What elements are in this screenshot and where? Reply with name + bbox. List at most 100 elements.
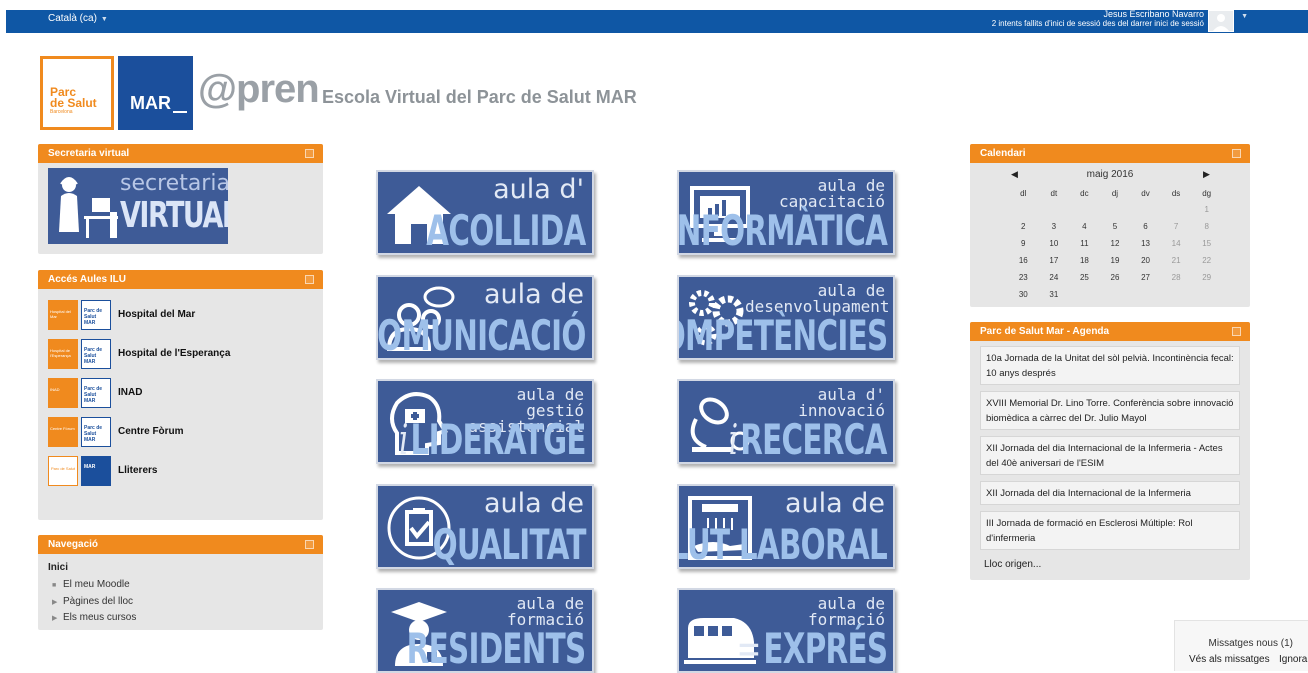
nav-item-site-pages[interactable]: ▶ Pàgines del lloc	[52, 596, 133, 607]
mar-logo[interactable]: MAR	[118, 56, 193, 130]
calendar-day[interactable]: 8	[1191, 218, 1222, 235]
calendar-day	[1130, 201, 1161, 218]
aula-recerca-tile[interactable]: aula d' innovació iRECERCA	[677, 379, 895, 464]
ilu-item-label: INAD	[118, 387, 143, 398]
calendar-day[interactable]: 11	[1069, 235, 1100, 252]
calendar-grid: dl dt dc dj dv ds dg 1 2 3 4 5 6 7 8 9 10 11 12 13 14…	[1008, 185, 1222, 303]
hospital-logo: Hospital de l'Esperança	[48, 339, 78, 369]
calendar-day[interactable]: 6	[1130, 218, 1161, 235]
calendar-day	[1069, 286, 1100, 303]
aula-expres-tile[interactable]: aula de formació =EXPRÉS	[677, 588, 895, 673]
calendar-day[interactable]: 31	[1039, 286, 1070, 303]
aula-prefix: i	[729, 415, 738, 464]
calendar-day[interactable]: 20	[1130, 252, 1161, 269]
block-header: Navegació	[38, 535, 323, 554]
collapse-icon[interactable]	[1232, 149, 1241, 158]
aula-salut-laboral-tile[interactable]: aula de SALUT LABORAL	[677, 484, 895, 569]
parc-de-salut-logo[interactable]: Parc de Salut Barcelona	[40, 56, 114, 130]
nav-home-link[interactable]: Inici	[48, 562, 68, 573]
calendar-day[interactable]: 27	[1130, 269, 1161, 286]
calendar-day[interactable]: 19	[1100, 252, 1131, 269]
agenda-source-link[interactable]: Lloc origen...	[984, 559, 1041, 570]
weekday: dt	[1050, 188, 1058, 198]
collapse-icon[interactable]	[1232, 327, 1241, 336]
calendar-day[interactable]: 16	[1008, 252, 1039, 269]
aula-qualitat-tile[interactable]: aula de QUALITAT	[376, 484, 594, 569]
agenda-item[interactable]: 10a Jornada de la Unitat del sòl pelvià.…	[980, 346, 1240, 385]
calendar-day[interactable]: 2	[1008, 218, 1039, 235]
calendar-day[interactable]: 23	[1008, 269, 1039, 286]
parc-salut-logo: Parc de Salut	[48, 456, 78, 486]
next-month-arrow-icon[interactable]: ▶	[1203, 169, 1210, 180]
aula-name: SALUT LABORAL	[679, 520, 888, 569]
language-menu[interactable]: Català (ca) ▼	[48, 13, 108, 24]
calendar-block: Calendari maig 2016 ◀ ▶ dl dt dc dj dv d…	[970, 144, 1250, 307]
apren-logo: @pren	[198, 67, 320, 111]
user-name[interactable]: Jesus Escribano Navarro	[1103, 10, 1204, 19]
calendar-day[interactable]: 22	[1191, 252, 1222, 269]
calendar-day[interactable]: 4	[1069, 218, 1100, 235]
aula-name-text: COMPETÈNCIES	[679, 311, 888, 360]
ilu-item-label: Lliterers	[118, 465, 158, 476]
calendar-day[interactable]: 1	[1191, 201, 1222, 218]
avatar[interactable]	[1208, 10, 1234, 32]
agenda-item[interactable]: XII Jornada del dia Internacional de la …	[980, 436, 1240, 475]
aula-name-text: LIDERATGE	[410, 415, 587, 464]
calendar-day[interactable]: 9	[1008, 235, 1039, 252]
aula-top-text: aula de	[784, 488, 885, 519]
aula-name: =EXPRÉS	[736, 627, 887, 671]
calendar-day[interactable]: 5	[1100, 218, 1131, 235]
aula-lideratge-tile[interactable]: aula de gestió assistencial iLIDERATGE	[376, 379, 594, 464]
calendar-day	[1191, 286, 1222, 303]
collapse-icon[interactable]	[305, 540, 314, 549]
calendar-day[interactable]: 15	[1191, 235, 1222, 252]
desk-computer-icon	[84, 198, 118, 238]
calendar-day[interactable]: 28	[1161, 269, 1192, 286]
aula-residents-tile[interactable]: aula de formació RESIDENTS	[376, 588, 594, 673]
calendar-day[interactable]: 7	[1161, 218, 1192, 235]
aula-competencies-tile[interactable]: aula de desenvolupament deCOMPETÈNCIES	[677, 275, 895, 360]
ignore-link[interactable]: Ignora	[1279, 654, 1307, 665]
aula-name: RESIDENTS	[407, 624, 587, 673]
agenda-item[interactable]: III Jornada de formació en Esclerosi Múl…	[980, 511, 1240, 550]
calendar-day[interactable]: 26	[1100, 269, 1131, 286]
calendar-day[interactable]: 14	[1161, 235, 1192, 252]
calendar-week-row: 1	[1008, 201, 1222, 218]
calendar-day	[1100, 201, 1131, 218]
language-label: Català (ca)	[48, 13, 97, 24]
agenda-item[interactable]: XVIII Memorial Dr. Lino Torre. Conferènc…	[980, 391, 1240, 430]
agenda-block: Parc de Salut Mar - Agenda 10a Jornada d…	[970, 322, 1250, 580]
secretaria-block: Secretaria virtual secretaria VIRTUAL	[38, 144, 323, 254]
block-title: Parc de Salut Mar - Agenda	[980, 326, 1110, 337]
centre-forum-logo: Centre Fòrum	[48, 417, 78, 447]
secretaria-virtual-banner[interactable]: secretaria VIRTUAL	[48, 168, 228, 244]
user-menu-chevron-icon[interactable]: ▼	[1241, 13, 1248, 20]
calendar-day[interactable]: 29	[1191, 269, 1222, 286]
new-messages-count: Missatges nous (1)	[1208, 638, 1293, 649]
go-to-messages-link[interactable]: Vés als missatges	[1189, 654, 1270, 665]
prev-month-arrow-icon[interactable]: ◀	[1011, 169, 1018, 180]
nav-item-my-moodle[interactable]: ■ El meu Moodle	[52, 579, 130, 590]
calendar-day[interactable]: 3	[1039, 218, 1070, 235]
nav-item-my-courses[interactable]: ▶ Els meus cursos	[52, 612, 136, 623]
calendar-day[interactable]: 10	[1039, 235, 1070, 252]
aula-informatica-tile[interactable]: aula de capacitació INFORMÀTICA	[677, 170, 895, 255]
calendar-day[interactable]: 25	[1069, 269, 1100, 286]
calendar-day[interactable]: 12	[1100, 235, 1131, 252]
expand-arrow-icon: ▶	[52, 615, 58, 622]
aula-name: ACOLLIDA	[426, 206, 587, 255]
block-header: Calendari	[970, 144, 1250, 163]
aula-comunicacio-tile[interactable]: aula de COMUNICACIÓ	[376, 275, 594, 360]
aula-acollida-tile[interactable]: aula d' ACOLLIDA	[376, 170, 594, 255]
collapse-icon[interactable]	[305, 149, 314, 158]
aula-top-text: aula de	[483, 488, 584, 519]
calendar-day[interactable]: 13	[1130, 235, 1161, 252]
calendar-day[interactable]: 17	[1039, 252, 1070, 269]
calendar-day[interactable]: 30	[1008, 286, 1039, 303]
calendar-day[interactable]: 21	[1161, 252, 1192, 269]
aules-ilu-block: Accés Aules ILU Hospital del Mar Parc de…	[38, 270, 323, 520]
collapse-icon[interactable]	[305, 275, 314, 284]
calendar-day[interactable]: 18	[1069, 252, 1100, 269]
agenda-item[interactable]: XII Jornada del dia Internacional de la …	[980, 481, 1240, 505]
calendar-day[interactable]: 24	[1039, 269, 1070, 286]
